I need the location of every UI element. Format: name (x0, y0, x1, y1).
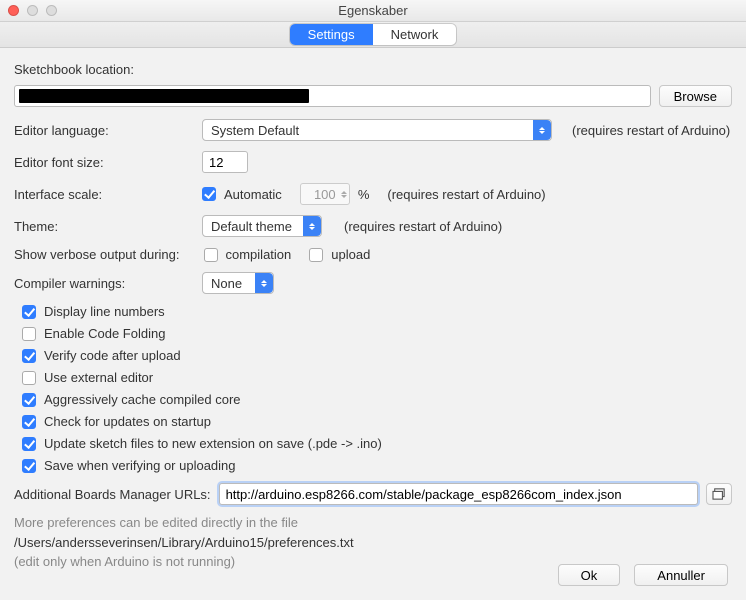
option-label: Display line numbers (44, 304, 165, 319)
compiler-warnings-select[interactable]: None (202, 272, 274, 294)
editor-language-label: Editor language: (14, 123, 194, 138)
zoom-icon[interactable] (46, 5, 57, 16)
footer-line2: /Users/andersseverinsen/Library/Arduino1… (14, 533, 732, 553)
option-label: Verify code after upload (44, 348, 181, 363)
option-checkbox[interactable] (22, 393, 36, 407)
option-label: Aggressively cache compiled core (44, 392, 241, 407)
titlebar: Egenskaber (0, 0, 746, 22)
dialog-buttons: Ok Annuller (558, 564, 728, 586)
compilation-label: compilation (226, 247, 292, 262)
browse-button[interactable]: Browse (659, 85, 732, 107)
option-label: Save when verifying or uploading (44, 458, 236, 473)
boards-url-input[interactable] (219, 483, 698, 505)
close-icon[interactable] (8, 5, 19, 16)
upload-label: upload (331, 247, 370, 262)
content-area: Sketchbook location: Browse Editor langu… (0, 48, 746, 600)
window-title: Egenskaber (0, 3, 746, 18)
tab-network[interactable]: Network (373, 24, 457, 45)
option-row: Aggressively cache compiled core (22, 392, 732, 407)
option-checkbox[interactable] (22, 327, 36, 341)
verbose-label: Show verbose output during: (14, 247, 180, 262)
option-checkbox[interactable] (22, 349, 36, 363)
scale-value: 100 (314, 187, 336, 202)
minimize-icon[interactable] (27, 5, 38, 16)
percent-label: % (358, 187, 370, 202)
theme-label: Theme: (14, 219, 194, 234)
window-icon (712, 488, 726, 500)
option-row: Save when verifying or uploading (22, 458, 732, 473)
option-row: Use external editor (22, 370, 732, 385)
automatic-label: Automatic (224, 187, 282, 202)
chevron-updown-icon (303, 216, 321, 236)
boards-url-label: Additional Boards Manager URLs: (14, 487, 211, 502)
option-label: Enable Code Folding (44, 326, 165, 341)
editor-language-restart: (requires restart of Arduino) (572, 123, 730, 138)
tab-bar: Settings Network (0, 22, 746, 48)
option-checkbox[interactable] (22, 459, 36, 473)
chevron-updown-icon (255, 273, 273, 293)
expand-urls-button[interactable] (706, 483, 732, 505)
option-checkbox[interactable] (22, 415, 36, 429)
compilation-checkbox[interactable] (204, 248, 218, 262)
option-checkbox[interactable] (22, 305, 36, 319)
redacted-path (19, 89, 309, 103)
tab-settings[interactable]: Settings (290, 24, 373, 45)
option-checkbox[interactable] (22, 371, 36, 385)
sketchbook-label: Sketchbook location: (14, 62, 732, 77)
theme-value: Default theme (211, 219, 292, 234)
option-label: Check for updates on startup (44, 414, 211, 429)
footer-line1: More preferences can be edited directly … (14, 513, 732, 533)
font-size-label: Editor font size: (14, 155, 194, 170)
scale-restart: (requires restart of Arduino) (387, 187, 545, 202)
compiler-warnings-value: None (211, 276, 242, 291)
cancel-button[interactable]: Annuller (634, 564, 728, 586)
interface-scale-label: Interface scale: (14, 187, 194, 202)
option-row: Update sketch files to new extension on … (22, 436, 732, 451)
option-label: Update sketch files to new extension on … (44, 436, 382, 451)
automatic-checkbox[interactable] (202, 187, 216, 201)
option-row: Check for updates on startup (22, 414, 732, 429)
editor-language-value: System Default (211, 123, 299, 138)
theme-restart: (requires restart of Arduino) (344, 219, 502, 234)
editor-language-select[interactable]: System Default (202, 119, 552, 141)
option-label: Use external editor (44, 370, 153, 385)
sketchbook-location-input[interactable] (14, 85, 651, 107)
footer-note: More preferences can be edited directly … (14, 513, 732, 572)
segmented-control: Settings Network (290, 24, 457, 45)
scale-stepper[interactable]: 100 (300, 183, 350, 205)
option-checkbox[interactable] (22, 437, 36, 451)
ok-button[interactable]: Ok (558, 564, 621, 586)
font-size-input[interactable] (202, 151, 248, 173)
upload-checkbox[interactable] (309, 248, 323, 262)
options-list: Display line numbers Enable Code Folding V… (22, 304, 732, 473)
chevron-updown-icon (533, 120, 551, 140)
theme-select[interactable]: Default theme (202, 215, 322, 237)
option-row: Display line numbers (22, 304, 732, 319)
window-controls (8, 5, 57, 16)
option-row: Verify code after upload (22, 348, 732, 363)
option-row: Enable Code Folding (22, 326, 732, 341)
compiler-warnings-label: Compiler warnings: (14, 276, 194, 291)
